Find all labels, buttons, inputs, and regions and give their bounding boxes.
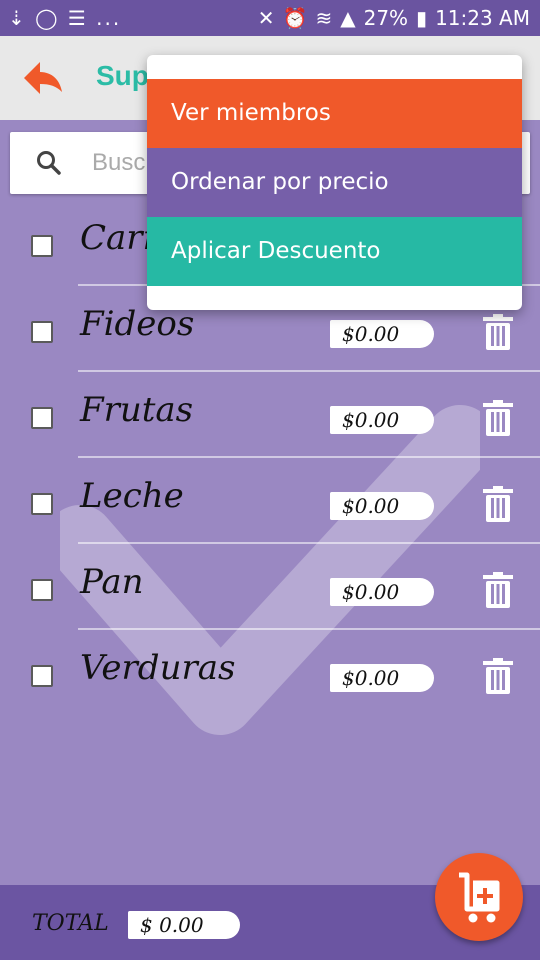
item-checkbox[interactable] (31, 493, 53, 515)
status-bar: ⇣ ◯ ☰ ... ✕ ⏰ ≋ ▲ 27% ▮ 11:23 AM (0, 0, 540, 36)
item-price-field[interactable]: $0.00 (330, 320, 434, 348)
item-name: Verduras (80, 648, 236, 688)
item-checkbox[interactable] (31, 579, 53, 601)
list-item: Leche $0.00 (0, 458, 540, 544)
mute-icon: ✕ (257, 6, 275, 30)
list-item: Pan $0.00 (0, 544, 540, 630)
menu-item-aplicar-descuento[interactable]: Aplicar Descuento (147, 217, 522, 286)
battery-icon: ▮ (416, 6, 428, 30)
clock: 11:23 AM (435, 6, 530, 30)
item-name: Fideos (80, 304, 195, 344)
notification-icons: ⇣ ◯ ☰ ... (8, 6, 122, 30)
item-price-field[interactable]: $0.00 (330, 406, 434, 434)
item-checkbox[interactable] (31, 235, 53, 257)
page-title: Sup (96, 60, 149, 91)
item-name: Pan (80, 562, 144, 602)
alarm-icon: ⏰ (282, 6, 308, 30)
item-checkbox[interactable] (31, 665, 53, 687)
item-price-field[interactable]: $0.00 (330, 578, 434, 606)
item-price-field[interactable]: $0.00 (330, 664, 434, 692)
list-item: Frutas $0.00 (0, 372, 540, 458)
trash-icon[interactable] (483, 572, 513, 608)
overflow-menu: Ver miembros Ordenar por precio Aplicar … (147, 55, 522, 310)
signal-icon: ▲ (340, 6, 356, 30)
status-right: ✕ ⏰ ≋ ▲ 27% ▮ 11:23 AM (258, 6, 530, 30)
wifi-icon: ≋ (315, 6, 333, 30)
total-value: $ 0.00 (128, 911, 240, 939)
add-to-cart-button[interactable] (435, 853, 523, 941)
item-price-field[interactable]: $0.00 (330, 492, 434, 520)
search-icon (37, 151, 61, 175)
back-arrow-icon[interactable] (20, 58, 64, 98)
trash-icon[interactable] (483, 400, 513, 436)
menu-item-ordenar-por-precio[interactable]: Ordenar por precio (147, 148, 522, 217)
item-name: Leche (80, 476, 184, 516)
battery-percent: 27% (363, 6, 409, 30)
trash-icon[interactable] (483, 314, 513, 350)
menu-item-ver-miembros[interactable]: Ver miembros (147, 79, 522, 148)
cart-plus-icon (459, 872, 500, 923)
list-item: Verduras $0.00 (0, 630, 540, 716)
trash-icon[interactable] (483, 486, 513, 522)
item-checkbox[interactable] (31, 407, 53, 429)
total-label: TOTAL (32, 911, 109, 936)
trash-icon[interactable] (483, 658, 513, 694)
item-checkbox[interactable] (31, 321, 53, 343)
item-name: Frutas (80, 390, 194, 430)
